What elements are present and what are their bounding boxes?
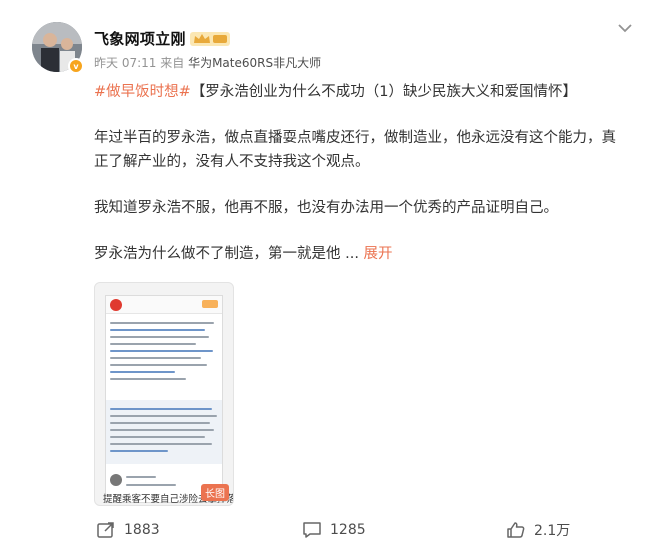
repost-icon (97, 522, 114, 538)
username[interactable]: 飞象网项立刚 (94, 28, 186, 49)
comment-count: 1285 (330, 522, 366, 538)
like-count: 2.1万 (534, 523, 571, 539)
post-content: #做早饭时想#【罗永浩创业为什么不成功（1）缺少民族大义和爱国情怀】 年过半百的… (94, 80, 624, 266)
source-prefix: 来自 (160, 56, 185, 70)
repost-count: 1883 (124, 522, 160, 538)
action-bar: 1883 1285 2.1万 (0, 510, 648, 550)
long-image-badge: 长图 (201, 484, 229, 501)
crown-icon (190, 32, 230, 46)
post-source: 华为Mate60RS非凡大师 (188, 56, 322, 70)
like-button[interactable]: 2.1万 (506, 510, 570, 550)
repost-button[interactable]: 1883 (96, 510, 160, 550)
post-meta: 昨天 07:11 来自 华为Mate60RS非凡大师 (94, 54, 321, 71)
ellipsis: ... (340, 246, 364, 262)
verified-badge: v (68, 58, 84, 74)
comment-icon (303, 522, 321, 538)
thumbs-up-icon (507, 522, 525, 538)
post-title: 【罗永浩创业为什么不成功（1）缺少民族大义和爱国情怀】 (190, 84, 578, 100)
post-paragraph-3: 罗永浩为什么做不了制造，第一就是他 ... 展开 (94, 242, 624, 266)
post-paragraph-1: 年过半百的罗永浩，做点直播耍点嘴皮还行，做制造业，他永远没有这个能力，真正了解产… (94, 130, 616, 170)
post-headline: #做早饭时想#【罗永浩创业为什么不成功（1）缺少民族大义和爱国情怀】 (94, 80, 624, 104)
expand-link[interactable]: 展开 (364, 246, 393, 262)
post-paragraph-3-text: 罗永浩为什么做不了制造，第一就是他 (94, 246, 341, 262)
topic-link[interactable]: #做早饭时想# (94, 84, 191, 100)
chevron-down-icon[interactable] (614, 20, 636, 36)
post-image-thumbnail[interactable]: 提醒乘客不要自己涉险去拿掉落物 长图 (94, 282, 234, 506)
weibo-post-card: v 飞象网项立刚 昨天 07:11 来自 华为Mate60RS非凡大师 #做早饭… (0, 0, 648, 550)
comment-button[interactable]: 1285 (302, 510, 366, 550)
post-time[interactable]: 昨天 07:11 (94, 56, 156, 70)
post-paragraph-2: 我知道罗永浩不服，他再不服，也没有办法用一个优秀的产品证明自己。 (94, 200, 558, 216)
screenshot-preview (105, 295, 223, 503)
